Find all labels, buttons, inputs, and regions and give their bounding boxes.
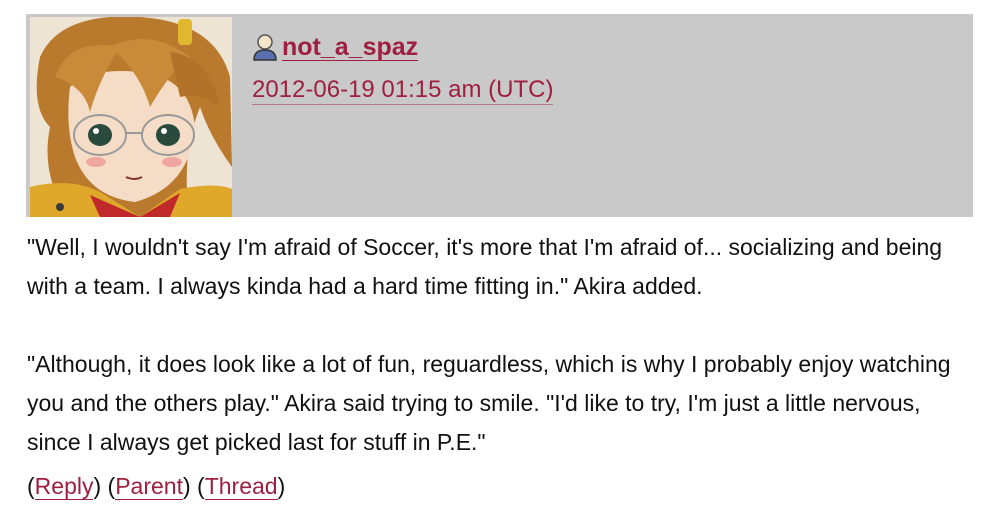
reply-link[interactable]: Reply — [34, 473, 94, 500]
user-line: not_a_spaz — [252, 32, 419, 62]
paren: ) — [93, 473, 102, 499]
avatar[interactable] — [30, 17, 232, 217]
paren: ( — [27, 473, 35, 499]
comment-actions: (Reply) (Parent) (Thread) — [27, 470, 285, 502]
paren: ) — [182, 473, 191, 499]
parent-link[interactable]: Parent — [115, 473, 183, 500]
username-link[interactable]: not_a_spaz — [282, 34, 419, 61]
comment-body: "Well, I wouldn't say I'm afraid of Socc… — [27, 228, 972, 462]
comment-timestamp[interactable]: 2012-06-19 01:15 am (UTC) — [252, 76, 554, 105]
paren: ) — [277, 473, 286, 499]
comment-paragraph: "Although, it does look like a lot of fu… — [27, 351, 951, 455]
user-icon[interactable] — [252, 33, 278, 61]
comment-paragraph: "Well, I wouldn't say I'm afraid of Socc… — [27, 234, 943, 299]
comment-header: not_a_spaz 2012-06-19 01:15 am (UTC) — [26, 14, 973, 217]
paren: ( — [197, 473, 205, 499]
anime-avatar-image — [30, 17, 232, 217]
thread-link[interactable]: Thread — [204, 473, 278, 500]
